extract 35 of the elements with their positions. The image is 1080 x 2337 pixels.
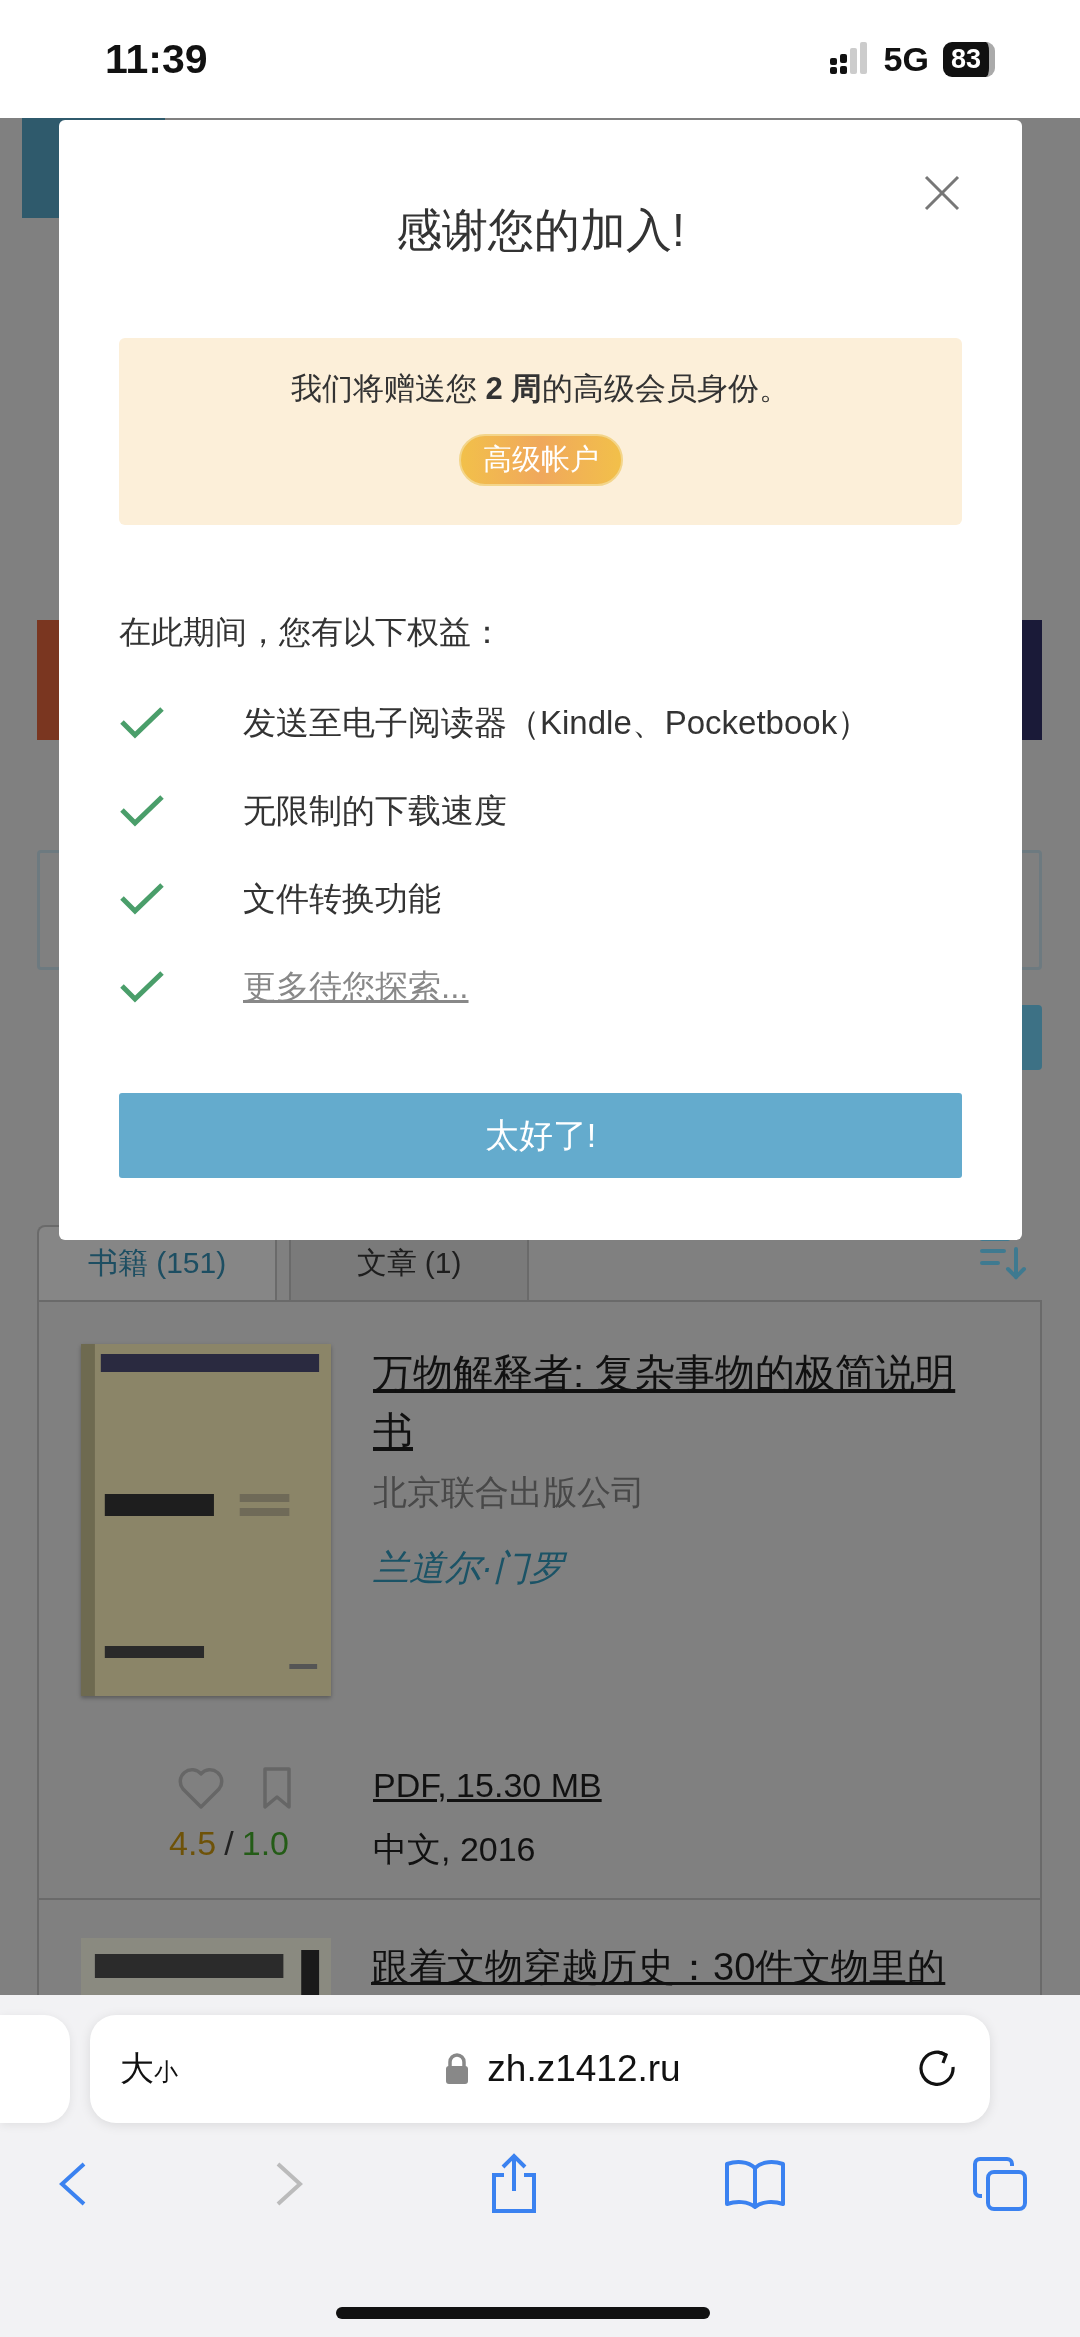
signal-icon	[829, 42, 870, 76]
check-icon	[119, 882, 165, 916]
reload-icon[interactable]	[918, 2049, 958, 2089]
premium-badge: 高级帐户	[458, 434, 623, 486]
dialog-title: 感谢您的加入!	[395, 203, 686, 258]
book-icon[interactable]	[724, 2158, 786, 2210]
more-link[interactable]: 更多待您探索...	[243, 964, 469, 1010]
book-publisher: 北京联合出版公司	[373, 1472, 646, 1513]
check-icon	[119, 706, 165, 740]
address-bar[interactable]: 大小 zh.z1412.ru	[90, 2015, 990, 2123]
book-language-year: 中文, 2016	[373, 1829, 537, 1870]
benefit-text: 发送至电子阅读器（Kindle、Pocketbook）	[243, 702, 871, 743]
benefit-text: 无限制的下载速度	[243, 790, 507, 831]
rating-separator: /	[224, 1824, 234, 1863]
rating-value: 4.5	[169, 1824, 217, 1863]
close-icon[interactable]	[924, 175, 960, 211]
network-label: 5G	[883, 39, 929, 79]
file-link[interactable]: PDF, 15.30 MB	[373, 1766, 1040, 1805]
confirm-button[interactable]: 太好了!	[119, 1093, 962, 1178]
lock-icon	[445, 2053, 470, 2085]
quality-value: 1.0	[241, 1824, 289, 1863]
promo-text: 我们将赠送您 2 周的高级会员身份。	[290, 370, 791, 408]
benefits-heading: 在此期间，您有以下权益：	[119, 613, 504, 652]
tabs-icon[interactable]	[972, 2156, 1028, 2212]
battery-indicator: 83	[942, 41, 995, 77]
share-icon[interactable]	[490, 2153, 538, 2215]
book-title[interactable]: 跟着文物穿越历史：30件文物里的	[371, 1938, 946, 1995]
url-text: zh.z1412.ru	[487, 2048, 681, 2090]
text-size-button[interactable]: 大小	[120, 2046, 178, 2092]
book-title[interactable]: 万物解释者: 复杂事物的极简说明书	[373, 1344, 973, 1460]
status-time: 11:39	[105, 35, 208, 83]
check-icon	[119, 970, 165, 1004]
back-icon[interactable]	[58, 2161, 88, 2207]
benefit-text: 文件转换功能	[243, 878, 441, 919]
check-icon	[119, 794, 165, 828]
